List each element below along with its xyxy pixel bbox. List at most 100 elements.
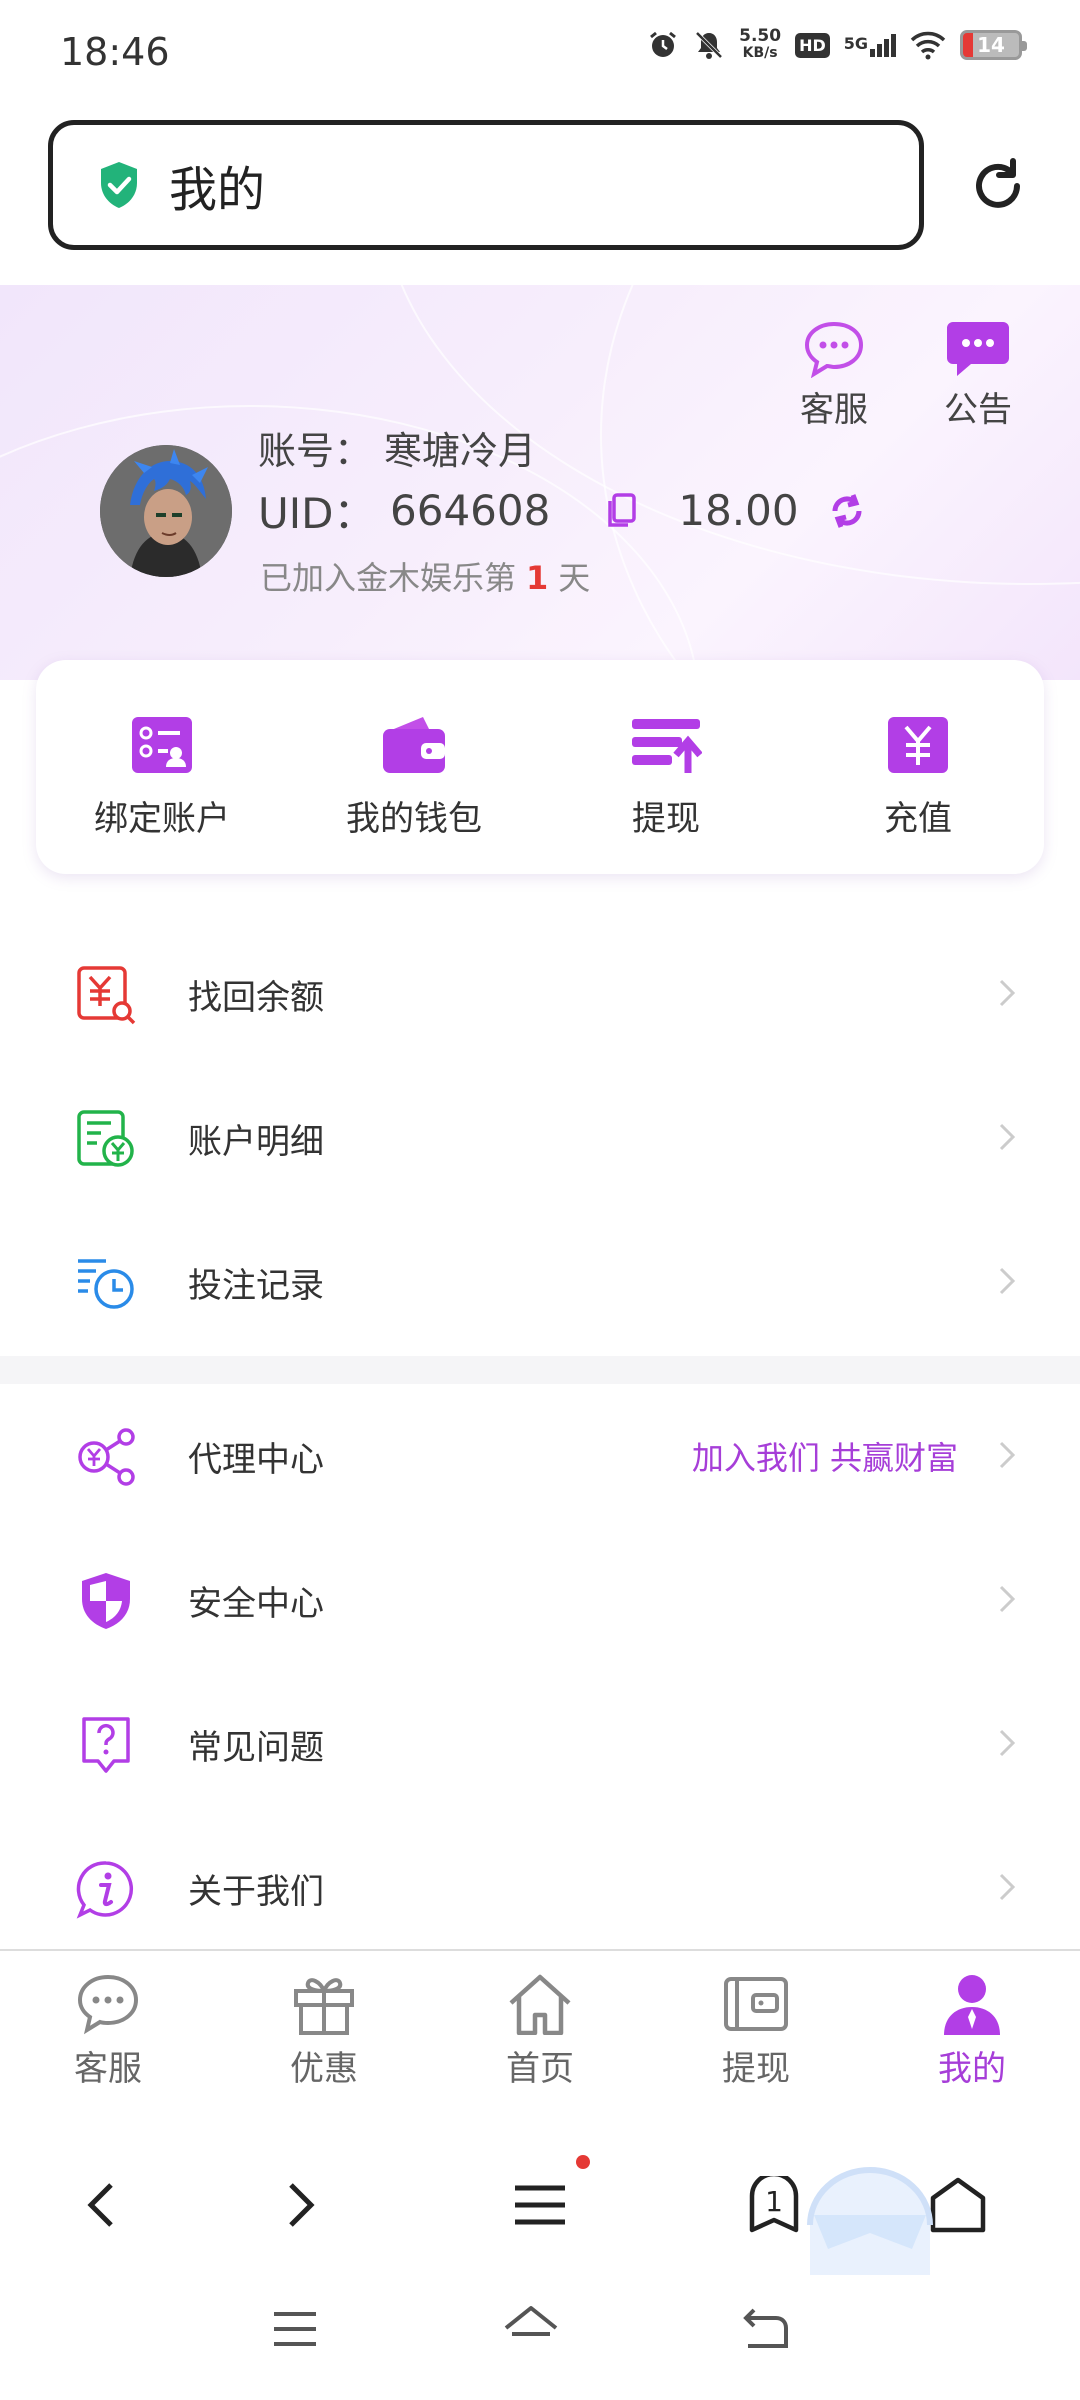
copy-icon <box>608 492 637 527</box>
tab-label: 提现 <box>722 2049 790 2089</box>
bet-record-icon <box>78 1259 134 1309</box>
chevron-right-icon <box>999 1441 1016 1469</box>
about-us-icon <box>76 1861 133 1919</box>
menu-item-agent-center[interactable]: 代理中心 加入我们 共赢财富 <box>0 1384 1080 1528</box>
announce-button[interactable]: 公告 <box>944 320 1012 431</box>
tab-label: 我的 <box>938 2049 1006 2089</box>
account-row: 账号： 寒塘冷月 <box>258 420 536 475</box>
tab-service[interactable]: 客服 <box>0 1951 216 2119</box>
quick-actions-card: 绑定账户 我的钱包 提现 充值 <box>36 660 1044 874</box>
bind-account-icon <box>132 717 192 773</box>
tab-label: 首页 <box>506 2049 574 2089</box>
bind-account-button[interactable]: 绑定账户 <box>36 660 288 874</box>
security-center-icon <box>82 1573 130 1629</box>
battery-level: 14 <box>977 33 1005 57</box>
system-recents-button[interactable] <box>272 2310 318 2352</box>
join-days: 1 <box>526 559 549 597</box>
signal-indicator: 5G <box>843 33 896 57</box>
menu-item-account-details[interactable]: 账户明细 <box>0 1066 1080 1210</box>
tab-label: 优惠 <box>290 2049 358 2089</box>
account-label: 账号： <box>258 429 373 473</box>
chevron-right-icon <box>999 1585 1016 1613</box>
announcement-icon <box>947 322 1009 376</box>
withdraw-button[interactable]: 提现 <box>540 660 792 874</box>
system-home-button[interactable] <box>502 2304 560 2354</box>
copy-uid-button[interactable] <box>606 492 637 529</box>
recharge-label: 充值 <box>884 799 952 839</box>
notification-dot <box>576 2155 590 2169</box>
menu-label: 代理中心 <box>188 1439 324 1480</box>
uid-row: UID： 664608 18.00 <box>258 480 867 541</box>
tab-label: 客服 <box>74 2049 142 2089</box>
status-icons: 5.50 KB/s HD 5G 14 <box>647 28 1027 62</box>
refresh-balance-button[interactable] <box>827 491 867 531</box>
menu-icon <box>515 2185 565 2225</box>
recover-balance-icon <box>77 966 136 1025</box>
account-name: 寒塘冷月 <box>384 429 537 473</box>
tab-home[interactable]: 首页 <box>432 1951 648 2119</box>
home-icon <box>509 1974 571 2035</box>
announce-label: 公告 <box>944 390 1012 430</box>
user-icon <box>944 1975 1000 2035</box>
account-details-icon <box>77 1110 134 1167</box>
forward-button[interactable] <box>270 2173 334 2237</box>
net-speed: 5.50 KB/s <box>739 28 781 62</box>
agent-promo-text: 加入我们 共赢财富 <box>691 1439 958 1477</box>
hd-badge: HD <box>795 32 830 58</box>
menu-label: 关于我们 <box>188 1871 324 1912</box>
menu-item-faq[interactable]: 常见问题 <box>0 1672 1080 1816</box>
recharge-icon <box>888 717 948 773</box>
wallet-button[interactable]: 我的钱包 <box>288 660 540 874</box>
reload-icon <box>976 158 1020 208</box>
menu-item-recover-balance[interactable]: 找回余额 <box>0 922 1080 1066</box>
wifi-icon <box>910 31 946 60</box>
menu-button[interactable] <box>508 2173 572 2237</box>
avatar-image <box>100 445 232 577</box>
join-info: 已加入金木娱乐第 1 天 <box>260 553 590 599</box>
menu-item-security-center[interactable]: 安全中心 <box>0 1528 1080 1672</box>
net-speed-unit: KB/s <box>742 45 778 61</box>
withdraw-icon <box>632 719 702 773</box>
tab-mine[interactable]: 我的 <box>864 1951 1080 2119</box>
menu-item-bet-record[interactable]: 投注记录 <box>0 1210 1080 1354</box>
reload-button[interactable] <box>962 150 1034 222</box>
wallet-card-icon <box>724 1977 788 2031</box>
menu-group-wallet: 找回余额 账户明细 投注记录 <box>0 922 1080 1354</box>
system-back-icon <box>743 2308 788 2348</box>
wallet-label: 我的钱包 <box>346 799 482 839</box>
tabs-button[interactable]: 1 <box>742 2173 806 2237</box>
signal-label: 5G <box>843 33 868 53</box>
back-button[interactable] <box>68 2173 132 2237</box>
avatar[interactable] <box>100 445 232 577</box>
tab-withdraw[interactable]: 提现 <box>648 1951 864 2119</box>
agent-center-icon <box>78 1428 135 1486</box>
refresh-icon <box>832 493 862 528</box>
menu-label: 账户明细 <box>188 1121 324 1162</box>
chevron-right-icon <box>999 1267 1016 1295</box>
wallet-icon <box>383 717 445 773</box>
battery-indicator: 14 <box>960 30 1027 60</box>
bind-account-label: 绑定账户 <box>94 799 230 839</box>
assistant-mascot-icon[interactable] <box>800 2165 940 2275</box>
system-nav-bar <box>0 2280 1080 2400</box>
menu-group-more: 代理中心 加入我们 共赢财富 安全中心 常见问题 关于我们 <box>0 1384 1080 1960</box>
address-title: 我的 <box>169 162 266 218</box>
join-suffix: 天 <box>558 559 591 597</box>
recharge-button[interactable]: 充值 <box>792 660 1044 874</box>
faq-icon <box>82 1717 130 1773</box>
address-bar[interactable]: 我的 <box>48 120 924 250</box>
tab-count: 1 <box>765 2185 783 2218</box>
withdraw-label: 提现 <box>632 799 700 839</box>
alarm-icon <box>650 31 677 57</box>
bottom-tab-bar: 客服 优惠 首页 提现 我的 <box>0 1949 1080 2119</box>
recents-icon <box>274 2312 316 2346</box>
uid-value: 664608 <box>390 486 551 535</box>
service-button[interactable]: 客服 <box>800 320 868 431</box>
chat-icon <box>77 1974 139 2035</box>
balance-value: 18.00 <box>678 486 799 535</box>
menu-label: 投注记录 <box>188 1265 324 1306</box>
tab-promotions[interactable]: 优惠 <box>216 1951 432 2119</box>
menu-item-about-us[interactable]: 关于我们 <box>0 1816 1080 1960</box>
system-back-button[interactable] <box>740 2306 790 2354</box>
service-chat-icon <box>804 321 864 378</box>
